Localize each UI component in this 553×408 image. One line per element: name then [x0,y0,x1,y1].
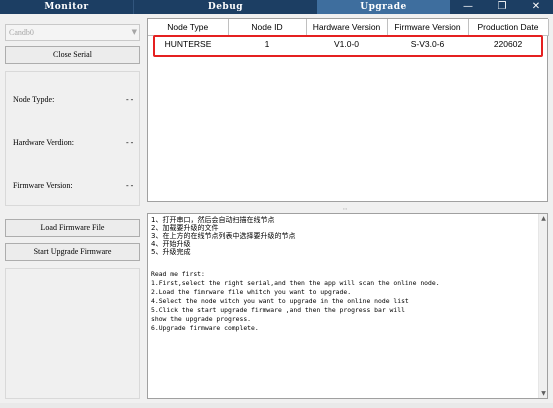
log-line: 6.Upgrade firmware complete. [151,324,259,332]
log-line: 5.Click the start upgrade firmware ,and … [151,306,405,314]
tab-upgrade[interactable]: Upgrade [317,0,450,14]
log-line: 2.Load the fimrware file whitch you want… [151,288,352,296]
tab-debug[interactable]: Debug [133,0,317,14]
column-header-node-id[interactable]: Node ID [228,19,307,36]
log-line: 3、在上方的在线节点列表中选择要升级的节点 [151,232,296,240]
tab-bar: Monitor Debug Upgrade — ❐ ✕ [0,0,553,14]
scroll-down-icon[interactable]: ▼ [539,390,547,397]
hardware-version-label: Hardware Verdion: [13,138,74,147]
node-info-panel: Node Typde: - - Hardware Verdion: - - Fi… [5,71,140,206]
close-serial-button[interactable]: Close Serial [5,46,140,64]
log-line: 4、开始升级 [151,240,191,248]
instructions-log[interactable]: 1、打开串口，然后会自动扫描在线节点 2、加载要升级的文件 3、在上方的在线节点… [147,213,548,399]
status-bar [0,403,553,408]
port-select[interactable]: Candb0 ▼ [5,24,140,41]
port-select-value: Candb0 [9,28,34,37]
minimize-icon[interactable]: — [451,0,485,14]
hardware-version-value: - - [126,138,134,147]
column-header-node-type[interactable]: Node Type [148,19,229,36]
chevron-down-icon: ▼ [131,28,137,36]
start-upgrade-button[interactable]: Start Upgrade Firmware [5,243,140,261]
column-header-firmware-version[interactable]: Firmware Version [387,19,469,36]
log-line: 1、打开串口，然后会自动扫描在线节点 [151,216,275,224]
node-table: Node Type Node ID Hardware Version Firmw… [147,18,549,202]
log-line: 1.First,select the right serial,and then… [151,279,440,287]
close-icon[interactable]: ✕ [519,0,553,14]
restore-icon[interactable]: ❐ [485,0,519,14]
log-line: 2、加载要升级的文件 [151,224,219,232]
tab-monitor[interactable]: Monitor [0,0,133,14]
log-line: 5、升级完成 [151,248,191,256]
node-type-label: Node Typde: [13,95,55,104]
firmware-version-label: Firmware Version: [13,181,73,190]
column-header-production-date[interactable]: Production Date [468,19,549,36]
log-line: show the upgrade progress. [151,315,252,323]
node-type-value: - - [126,95,134,104]
load-firmware-button[interactable]: Load Firmware File [5,219,140,237]
log-line: Read me first: [151,270,205,278]
vertical-scrollbar[interactable]: ▲ ▼ [538,214,547,398]
table-header-row: Node Type Node ID Hardware Version Firmw… [148,19,549,36]
left-bottom-panel [5,268,140,399]
log-line: 4.Select the node witch you want to upgr… [151,297,409,305]
splitter-handle[interactable]: ⋯ [343,205,351,213]
column-header-hardware-version[interactable]: Hardware Version [306,19,388,36]
highlight-frame [153,35,543,57]
firmware-version-value: - - [126,181,134,190]
scroll-up-icon[interactable]: ▲ [539,215,547,222]
